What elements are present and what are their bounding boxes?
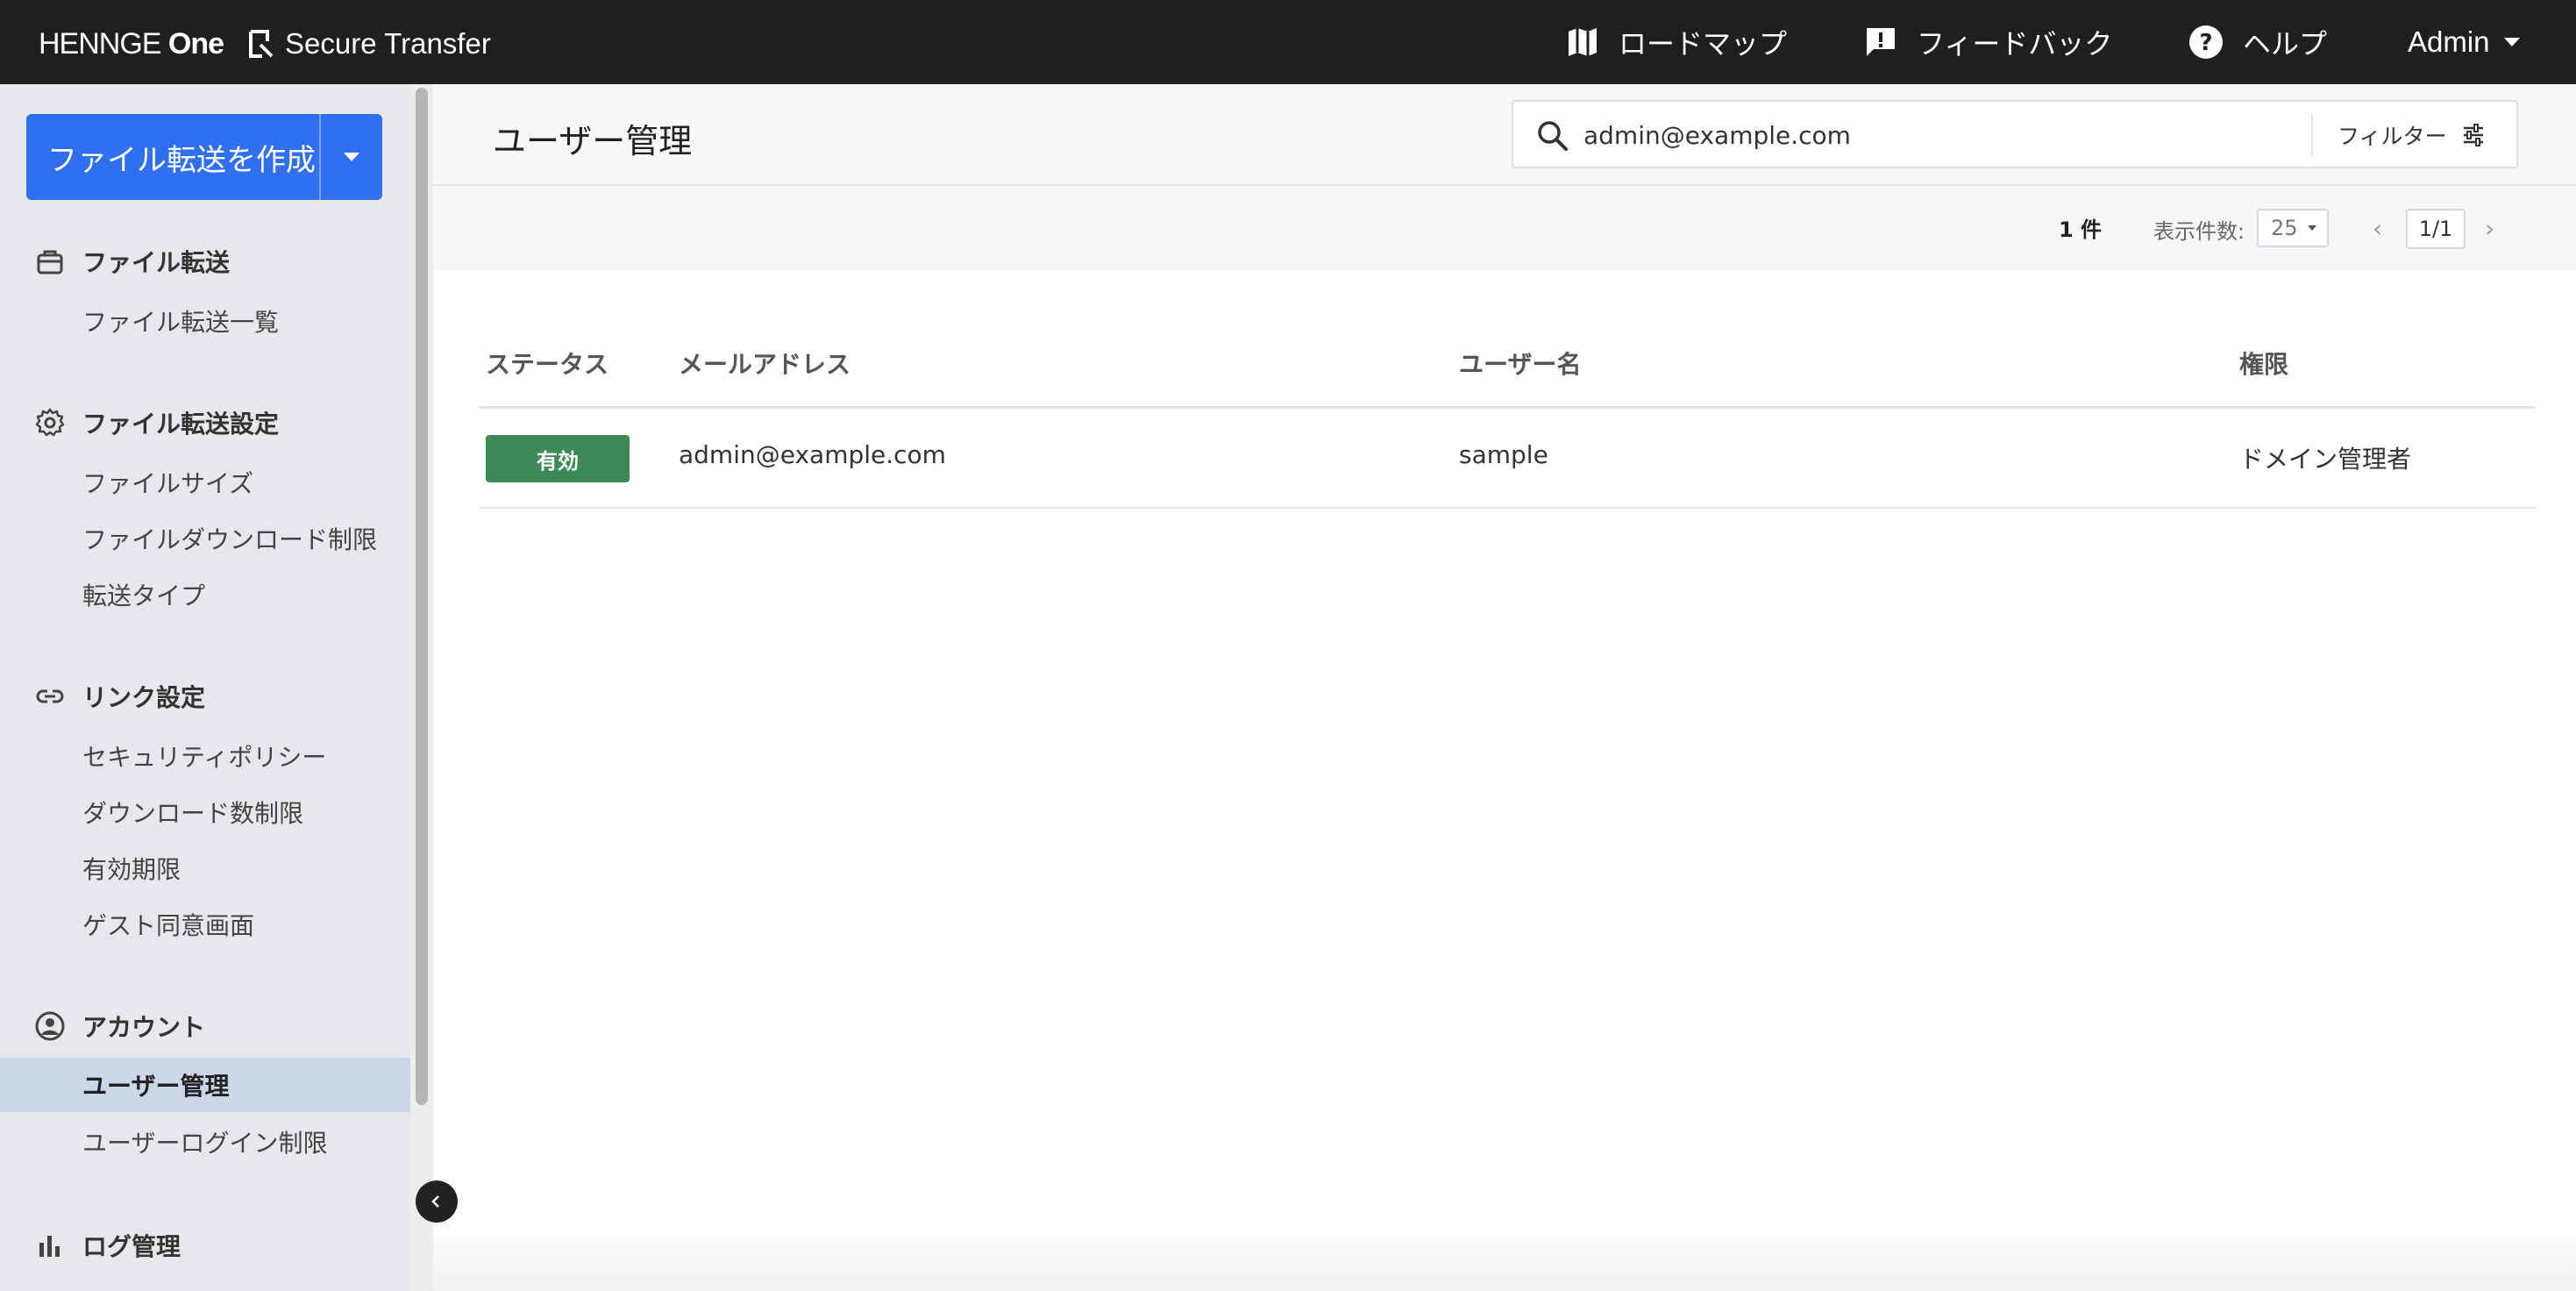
feedback-icon (1867, 28, 1895, 56)
bar-chart-icon (39, 1236, 60, 1257)
nav-help-label: ヘルプ (2243, 27, 2328, 61)
users-table: ステータス メールアドレス ユーザー名 権限 有効 admin@example.… (479, 328, 2536, 509)
pagination-toolbar: 1 件 表示件数: 25 ‹ 1/1 › (433, 186, 2576, 270)
create-transfer-button[interactable]: ファイル転送を作成 (26, 114, 382, 200)
sidebar-section-account[interactable]: アカウント (35, 1009, 205, 1044)
cell-username: sample (1459, 440, 1548, 469)
sidebar-section-link-settings[interactable]: リンク設定 (35, 679, 205, 714)
result-count: 1 件 (2059, 218, 2103, 242)
sidebar-section-title: ファイル転送 (82, 248, 231, 277)
sidebar-section-transfer[interactable]: ファイル転送 (35, 244, 230, 279)
column-header-status[interactable]: ステータス (486, 346, 608, 381)
map-icon (1569, 28, 1597, 56)
page-title: ユーザー管理 (493, 122, 693, 160)
bag-icon (37, 250, 63, 275)
sliders-icon (2463, 124, 2483, 146)
create-transfer-label: ファイル転送を作成 (47, 142, 316, 178)
chevron-down-icon (344, 153, 359, 161)
sidebar-item-download-limit[interactable]: ファイルダウンロード制限 (82, 521, 377, 556)
nav-roadmap[interactable]: ロードマップ (1566, 21, 1787, 63)
sidebar-item-transfer-list[interactable]: ファイル転送一覧 (82, 303, 279, 339)
cell-role: ドメイン管理者 (2239, 445, 2412, 474)
sidebar-scrollbar-thumb[interactable] (416, 88, 428, 1105)
brand[interactable]: HENNGE One Secure Transfer (39, 25, 491, 63)
search-input[interactable] (1583, 112, 2302, 158)
chevron-down-icon (2308, 225, 2316, 231)
link-icon (36, 689, 64, 703)
sidebar-item-transfer-type[interactable]: 転送タイプ (82, 577, 205, 612)
prev-page-button[interactable]: ‹ (2373, 214, 2382, 243)
help-icon: ? (2189, 25, 2223, 59)
sidebar-section-title: アカウント (82, 1013, 206, 1042)
sidebar-section-title: ファイル転送設定 (82, 410, 280, 439)
sidebar-item-guest-consent[interactable]: ゲスト同意画面 (82, 907, 254, 942)
brand-logo: HENNGE One (39, 26, 224, 61)
svg-text:?: ? (2199, 30, 2212, 56)
column-header-role[interactable]: 権限 (2239, 346, 2288, 381)
status-badge: 有効 (486, 435, 630, 482)
chevron-down-icon (2503, 38, 2520, 46)
account-icon (35, 1011, 65, 1041)
table-header: ステータス メールアドレス ユーザー名 権限 (479, 328, 2536, 409)
filter-label: フィルター (2338, 124, 2447, 149)
search-box: フィルター (1512, 100, 2518, 168)
search-divider (2311, 114, 2313, 156)
page-indicator[interactable]: 1/1 (2406, 209, 2466, 249)
chevron-left-icon (431, 1195, 439, 1208)
next-page-button[interactable]: › (2485, 214, 2494, 243)
secure-transfer-icon (249, 30, 274, 58)
sidebar-section-title: リンク設定 (82, 683, 206, 712)
per-page-label: 表示件数: (2153, 219, 2245, 244)
sidebar-item-file-size[interactable]: ファイルサイズ (82, 465, 253, 500)
gear-icon (35, 408, 65, 437)
sidebar-item-expiration[interactable]: 有効期限 (82, 851, 181, 886)
sidebar-item-security-policy[interactable]: セキュリティポリシー (82, 738, 326, 774)
sidebar-section-title: ログ管理 (82, 1232, 181, 1261)
sidebar-item-user-login-restriction[interactable]: ユーザーログイン制限 (82, 1124, 327, 1159)
sidebar-section-transfer-settings[interactable]: ファイル転送設定 (35, 405, 279, 440)
admin-menu-label: Admin (2408, 25, 2490, 58)
nav-feedback[interactable]: フィードバック (1864, 21, 2112, 63)
table-row[interactable]: 有効 admin@example.com sample ドメイン管理者 (479, 409, 2536, 509)
column-header-username[interactable]: ユーザー名 (1459, 346, 1581, 381)
cell-email[interactable]: admin@example.com (679, 440, 946, 469)
filter-button[interactable]: フィルター (2338, 114, 2486, 156)
sidebar-item-user-management[interactable]: ユーザー管理 (0, 1058, 410, 1112)
admin-menu[interactable]: Admin (2408, 21, 2520, 63)
sidebar-item-download-count-limit[interactable]: ダウンロード数制限 (82, 795, 303, 830)
search-icon (1538, 121, 1568, 151)
per-page-value: 25 (2271, 216, 2298, 240)
sidebar-section-logs[interactable]: ログ管理 (35, 1228, 181, 1263)
nav-help[interactable]: ? ヘルプ (2188, 21, 2327, 63)
product-name: Secure Transfer (285, 27, 491, 60)
bottom-fade (433, 1221, 2576, 1291)
per-page-select[interactable]: 25 (2257, 209, 2329, 247)
nav-feedback-label: フィードバック (1917, 27, 2113, 61)
create-transfer-dropdown[interactable] (321, 114, 382, 200)
top-navigation-bar: HENNGE One Secure Transfer ロードマップ フィードバッ… (0, 0, 2576, 84)
sidebar-collapse-button[interactable] (416, 1180, 458, 1223)
page-header: ユーザー管理 フィルター (433, 84, 2576, 186)
nav-roadmap-label: ロードマップ (1619, 27, 1788, 61)
column-header-email[interactable]: メールアドレス (679, 346, 850, 381)
